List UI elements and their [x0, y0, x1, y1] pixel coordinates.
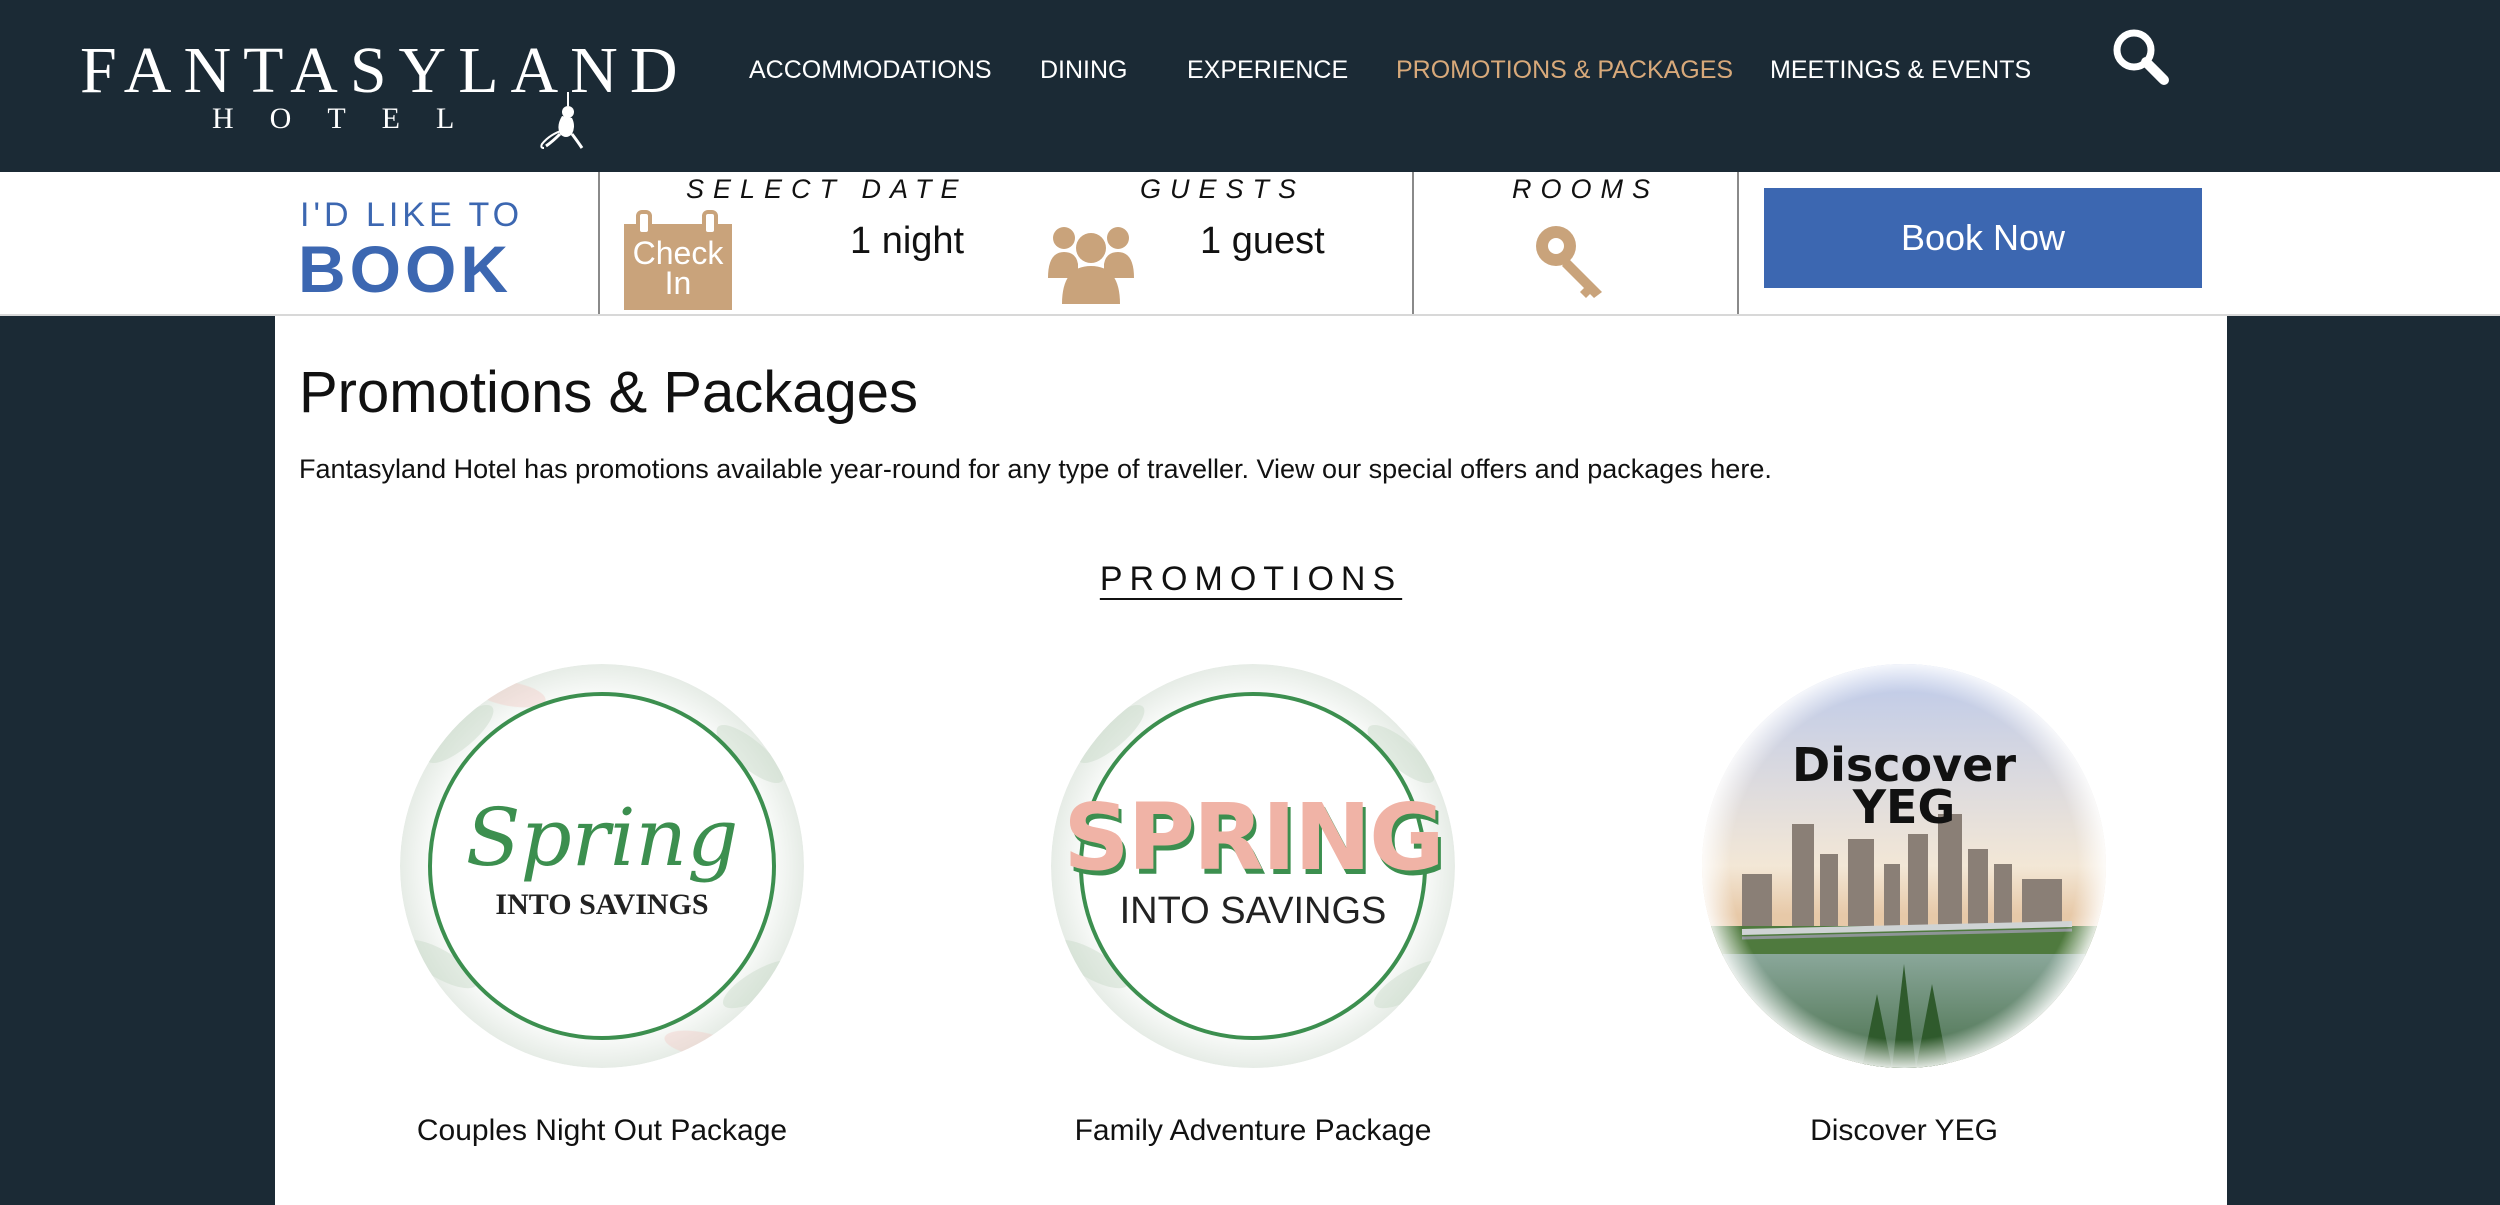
into-savings-text: INTO SAVINGS [495, 888, 709, 921]
nav-dining[interactable]: DINING [1040, 58, 1128, 83]
promotion-card-discover-yeg[interactable]: Discover YEG Discover YEG [1632, 664, 2172, 1184]
yeg-text: YEG [1852, 780, 1956, 834]
promotion-label[interactable]: Discover YEG [1632, 1116, 2176, 1146]
booking-prefix: I'D LIKE TO [300, 196, 524, 234]
guests-icon [1048, 227, 1134, 304]
nav-meetings-events[interactable]: MEETINGS & EVENTS [1770, 58, 2031, 83]
page-title: Promotions & Packages [299, 360, 918, 425]
logo-subtitle: HOTEL [212, 102, 491, 135]
booking-bar: I'D LIKE TO BOOK SELECT DATE Check In 1 … [0, 172, 2500, 316]
rooms-label: ROOMS [1512, 174, 1660, 204]
divider [598, 172, 600, 314]
promotions-heading: PROMOTIONS [275, 562, 2227, 596]
search-icon[interactable] [2110, 26, 2170, 86]
promotion-card-family[interactable]: SPRING INTO SAVINGS Family Adventure Pac… [981, 664, 1521, 1184]
spring-bold-text: SPRING [1063, 784, 1444, 891]
check-in-calendar-button[interactable]: Check In [624, 210, 732, 310]
logo-wordmark: FANTASYLAND [80, 34, 690, 107]
promotion-image-spring-bold[interactable]: SPRING INTO SAVINGS [1051, 664, 1455, 1068]
guests-select[interactable]: 1 guest [1200, 222, 1325, 260]
nav-promotions-packages[interactable]: PROMOTIONS & PACKAGES [1396, 58, 1733, 83]
select-date-label: SELECT DATE [686, 174, 968, 204]
divider [1737, 172, 1739, 314]
promotion-label[interactable]: Couples Night Out Package [330, 1116, 874, 1146]
calendar-ring [702, 210, 718, 236]
booking-title: BOOK [298, 232, 512, 306]
promotion-image-discover-yeg[interactable]: Discover YEG [1702, 664, 2106, 1068]
site-header: FANTASYLAND HOTEL ACCOMMODATIONS DINING … [0, 0, 2500, 172]
key-icon[interactable] [1532, 222, 1612, 302]
calendar-ring [636, 210, 652, 236]
check-in-label: Check In [632, 235, 724, 301]
book-now-button[interactable]: Book Now [1764, 188, 2202, 288]
fantasyland-hotel-logo[interactable]: FANTASYLAND HOTEL [80, 38, 678, 149]
edmonton-skyline-graphic [1702, 664, 2106, 1068]
into-savings-text: INTO SAVINGS [1119, 890, 1387, 932]
intro-text: Fantasyland Hotel has promotions availab… [299, 454, 1772, 484]
promotion-label[interactable]: Family Adventure Package [981, 1116, 1525, 1146]
nav-experience[interactable]: EXPERIENCE [1187, 58, 1348, 83]
spring-script-text: Spring [465, 791, 739, 884]
guests-label: GUESTS [1140, 174, 1306, 204]
nights-select[interactable]: 1 night [850, 222, 964, 260]
promotion-image-spring-script[interactable]: Spring INTO SAVINGS [400, 664, 804, 1068]
monkey-icon [540, 92, 584, 149]
promotions-heading-text: PROMOTIONS [1099, 560, 1403, 598]
divider [1412, 172, 1414, 314]
promotion-card-couples[interactable]: Spring INTO SAVINGS Couples Night Out Pa… [330, 664, 870, 1184]
nav-accommodations[interactable]: ACCOMMODATIONS [749, 58, 992, 83]
main-content: Promotions & Packages Fantasyland Hotel … [275, 316, 2227, 1205]
